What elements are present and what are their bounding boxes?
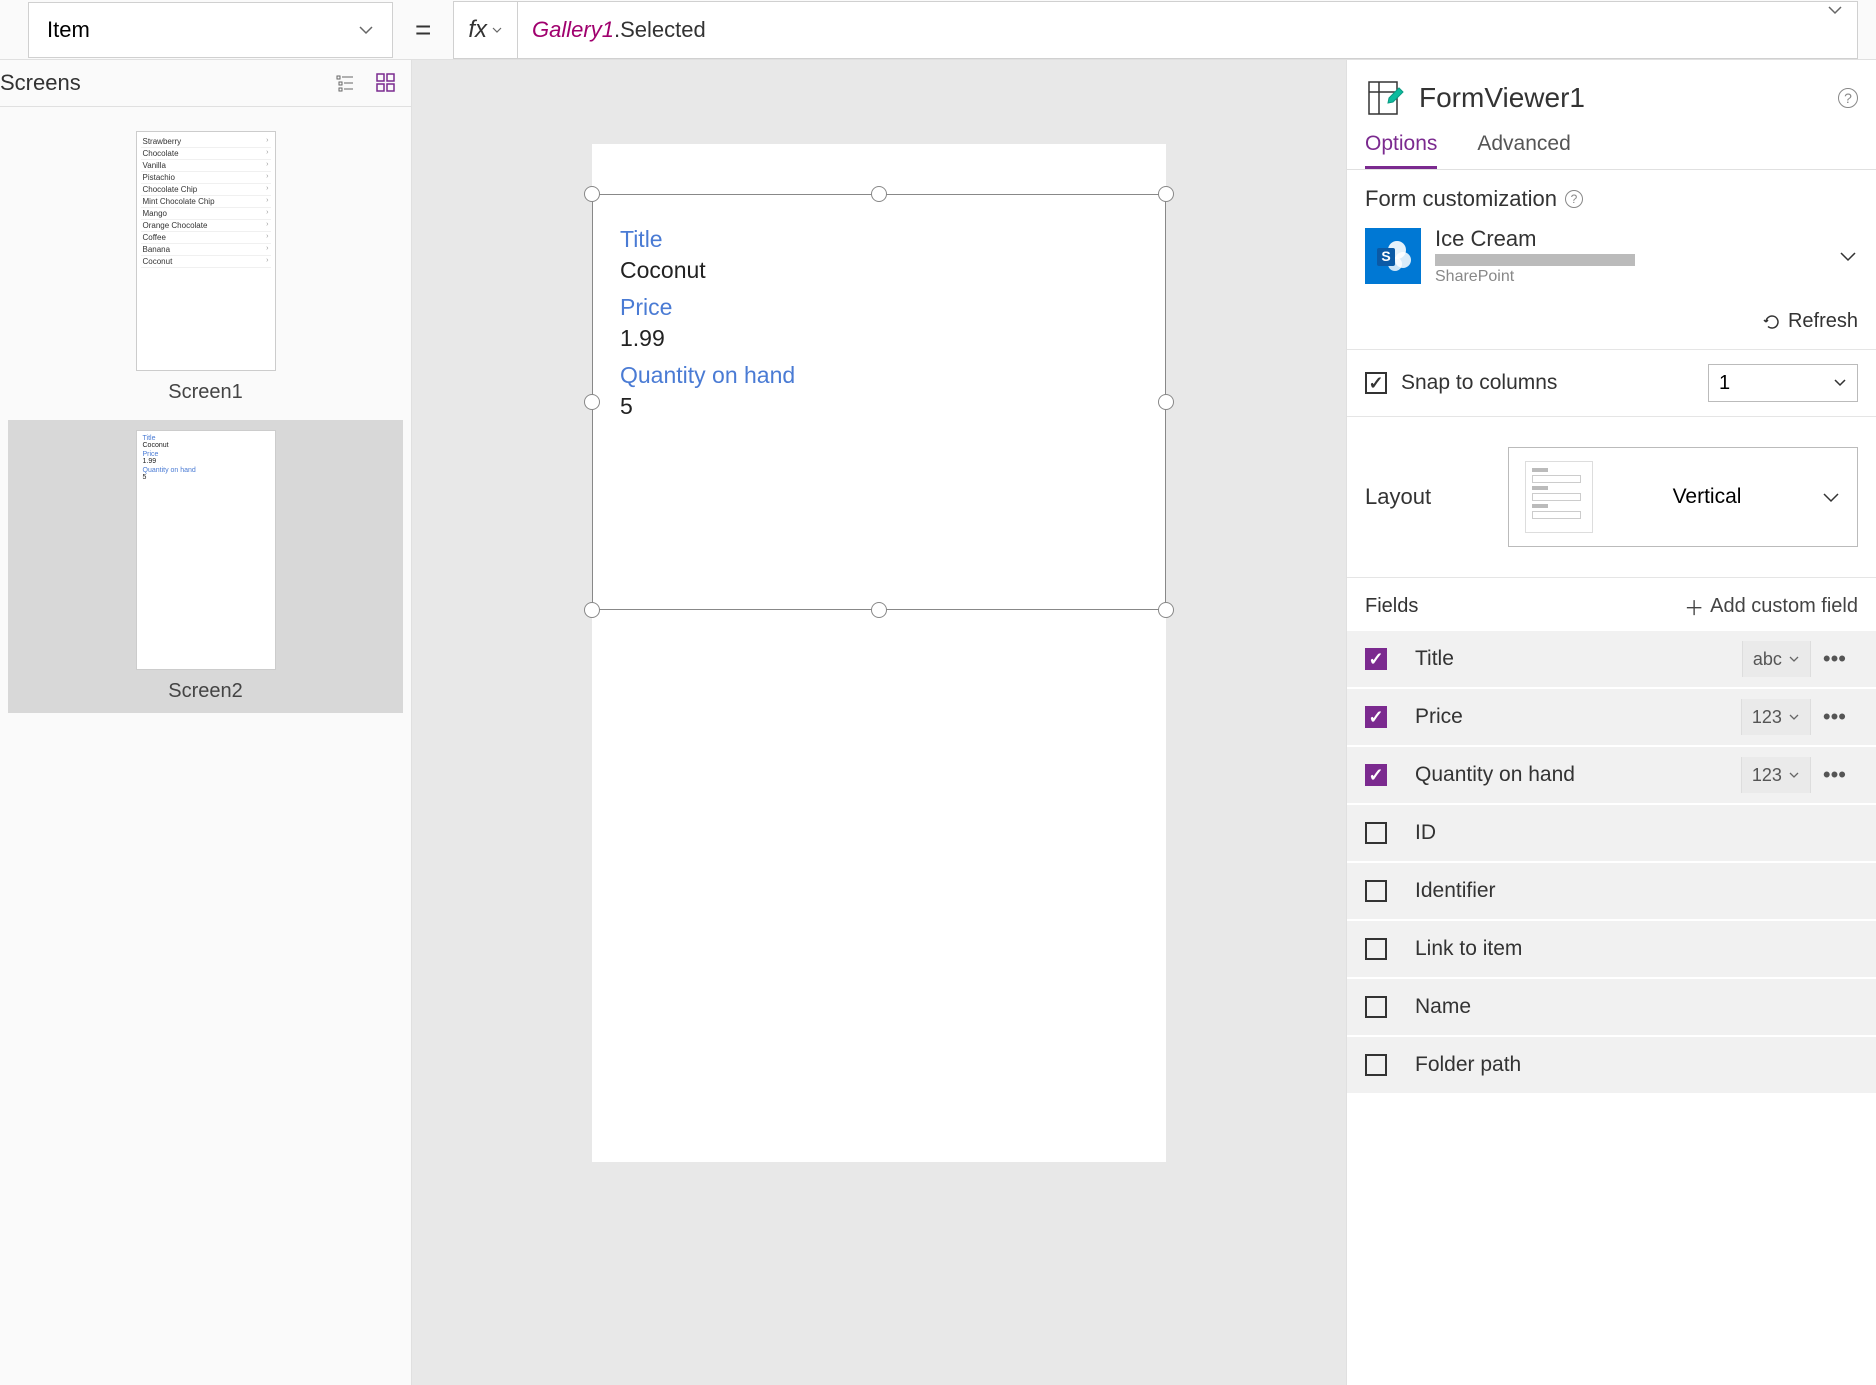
field-value: 1.99	[620, 325, 1138, 352]
chevron-down-icon[interactable]	[1838, 246, 1858, 266]
columns-select[interactable]: 1	[1708, 364, 1858, 402]
layout-select[interactable]: Vertical	[1508, 447, 1858, 547]
field-row[interactable]: Identifier	[1347, 863, 1876, 921]
checkbox-icon[interactable]	[1365, 822, 1387, 844]
field-name: ID	[1415, 821, 1858, 845]
device-frame: Title Coconut Price 1.99 Quantity on hand 5	[592, 144, 1166, 1162]
svg-text:S: S	[1381, 248, 1390, 264]
chevron-down-icon	[1833, 376, 1847, 390]
layout-thumb-icon	[1525, 461, 1593, 533]
checkbox-icon[interactable]	[1365, 706, 1387, 728]
field-type-select[interactable]: 123	[1741, 757, 1811, 793]
field-row[interactable]: Titleabc •••	[1347, 631, 1876, 689]
datasource-user	[1435, 254, 1635, 266]
field-name: Identifier	[1415, 879, 1858, 903]
property-dropdown[interactable]: Item	[28, 2, 393, 58]
datasource-row[interactable]: S Ice Cream SharePoint	[1365, 226, 1858, 286]
checkbox-icon[interactable]	[1365, 996, 1387, 1018]
tab-options[interactable]: Options	[1365, 132, 1437, 169]
checkbox-icon[interactable]	[1365, 764, 1387, 786]
control-name: FormViewer1	[1419, 82, 1585, 114]
field-name: Price	[1415, 705, 1741, 729]
more-icon[interactable]: •••	[1811, 646, 1858, 672]
fields-title: Fields	[1365, 595, 1418, 618]
datasource-type: SharePoint	[1435, 268, 1824, 286]
properties-panel: FormViewer1 ? Options Advanced Form cust…	[1346, 60, 1876, 1385]
checkbox-icon[interactable]	[1365, 648, 1387, 670]
field-row[interactable]: Price123 •••	[1347, 689, 1876, 747]
customization-heading: Form customization ?	[1365, 186, 1858, 212]
checkbox-icon[interactable]	[1365, 1054, 1387, 1076]
field-row[interactable]: ID	[1347, 805, 1876, 863]
form-icon	[1365, 78, 1405, 118]
field-name: Quantity on hand	[1415, 763, 1741, 787]
chevron-down-icon	[358, 22, 374, 38]
field-name: Name	[1415, 995, 1858, 1019]
chevron-down-icon	[1821, 487, 1841, 507]
canvas[interactable]: Title Coconut Price 1.99 Quantity on hand 5	[412, 60, 1346, 1385]
equals-sign: =	[415, 14, 431, 46]
screens-title: Screens	[0, 70, 81, 96]
screen-label: Screen1	[8, 381, 403, 404]
field-type-select[interactable]: abc	[1742, 641, 1811, 677]
refresh-button[interactable]: Refresh	[1365, 286, 1858, 333]
layout-label: Layout	[1365, 484, 1431, 510]
add-custom-field-button[interactable]: ＋ Add custom field	[1684, 592, 1858, 621]
screen-thumb-1[interactable]: Strawberry›Chocolate›Vanilla›Pistachio›C…	[8, 121, 403, 414]
field-name: Title	[1415, 647, 1742, 671]
checkbox-icon[interactable]	[1365, 880, 1387, 902]
refresh-icon	[1762, 312, 1782, 332]
field-value: Coconut	[620, 257, 1138, 284]
formula-prop: .Selected	[614, 17, 706, 43]
field-name: Folder path	[1415, 1053, 1858, 1077]
field-row[interactable]: Name	[1347, 979, 1876, 1037]
expand-formula-icon[interactable]	[1813, 2, 1857, 58]
field-row[interactable]: Link to item	[1347, 921, 1876, 979]
screen-thumb-2[interactable]: TitleCoconut Price1.99 Quantity on hand5…	[8, 420, 403, 713]
field-name: Link to item	[1415, 937, 1858, 961]
formula-ref: Gallery1	[532, 17, 614, 43]
formula-input[interactable]: Gallery1.Selected	[518, 2, 1813, 58]
field-label: Price	[620, 294, 1138, 321]
checkbox-icon[interactable]	[1365, 938, 1387, 960]
tree-view-icon[interactable]	[335, 72, 357, 94]
field-type-select[interactable]: 123	[1741, 699, 1811, 735]
field-label: Quantity on hand	[620, 362, 1138, 389]
form-selection[interactable]: Title Coconut Price 1.99 Quantity on hand 5	[578, 180, 1180, 624]
formula-bar: Item = fx Gallery1.Selected	[0, 0, 1876, 60]
more-icon[interactable]: •••	[1811, 704, 1858, 730]
info-icon[interactable]: ?	[1565, 190, 1583, 208]
plus-icon: ＋	[1684, 592, 1704, 621]
fx-label[interactable]: fx	[454, 2, 518, 58]
screen-label: Screen2	[8, 680, 403, 703]
field-row[interactable]: Folder path	[1347, 1037, 1876, 1095]
snap-to-columns[interactable]: Snap to columns	[1365, 371, 1557, 395]
more-icon[interactable]: •••	[1811, 762, 1858, 788]
screens-panel: Screens Strawberry›Chocolate›Vanilla›Pis…	[0, 60, 412, 1385]
sharepoint-icon: S	[1365, 228, 1421, 284]
chevron-down-icon	[491, 24, 503, 36]
tab-advanced[interactable]: Advanced	[1477, 132, 1570, 169]
checkbox-icon[interactable]	[1365, 372, 1387, 394]
field-label: Title	[620, 226, 1138, 253]
thumbnail-view-icon[interactable]	[375, 72, 397, 94]
property-name: Item	[47, 17, 90, 43]
field-row[interactable]: Quantity on hand123 •••	[1347, 747, 1876, 805]
field-value: 5	[620, 393, 1138, 420]
datasource-name: Ice Cream	[1435, 226, 1824, 252]
help-icon[interactable]: ?	[1838, 88, 1858, 108]
